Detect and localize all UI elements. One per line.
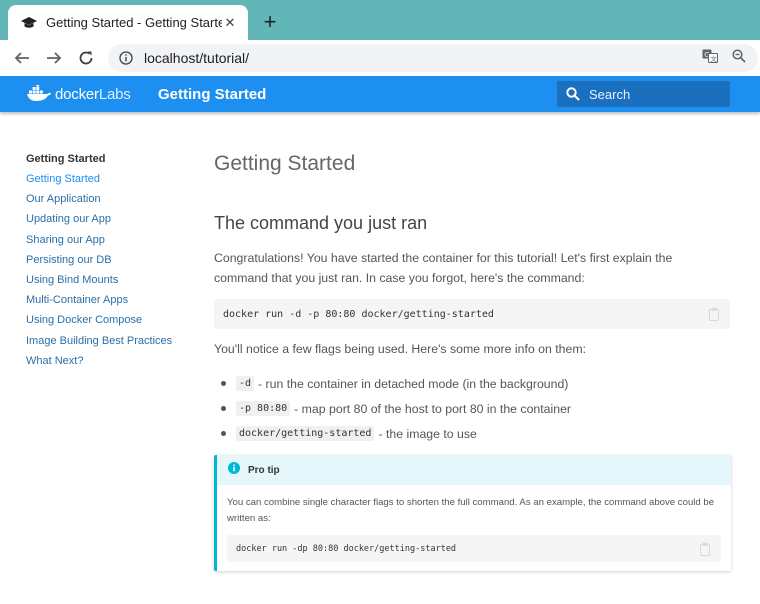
forward-button[interactable] xyxy=(40,44,68,72)
flags-list: -d - run the container in detached mode … xyxy=(214,371,730,446)
url-text: localhost/tutorial/ xyxy=(144,50,250,66)
site-title[interactable]: Getting Started xyxy=(158,86,266,103)
info-icon[interactable] xyxy=(118,50,134,66)
reload-icon xyxy=(79,51,93,65)
translate-icon[interactable]: G文 xyxy=(702,49,718,68)
flag-description: - map port 80 of the host to port 80 in … xyxy=(294,401,572,416)
sidebar-item-using-bind-mounts[interactable]: Using Bind Mounts xyxy=(26,273,196,293)
bullet-dot xyxy=(221,381,226,386)
copy-icon[interactable] xyxy=(699,542,711,556)
copy-icon[interactable] xyxy=(708,307,720,321)
sidebar-item-sharing-our-app[interactable]: Sharing our App xyxy=(26,233,196,253)
sidebar-item-updating-our-app[interactable]: Updating our App xyxy=(26,212,196,232)
flags-paragraph: You'll notice a few flags being used. He… xyxy=(214,342,586,356)
flag-code: docker/getting-started xyxy=(236,426,375,441)
command-code: docker run -d -p 80:80 docker/getting-st… xyxy=(223,308,494,320)
logo-sub-text: Labs xyxy=(98,85,131,103)
admonition-title: Pro tip xyxy=(248,464,280,476)
docker-labs-logo[interactable]: dockerLabs xyxy=(26,84,131,104)
site-header: dockerLabs Getting Started xyxy=(0,76,760,112)
svg-text:文: 文 xyxy=(710,54,717,63)
tip-command-code: docker run -dp 80:80 docker/getting-star… xyxy=(236,543,457,554)
browser-toolbar: localhost/tutorial/ G文 xyxy=(0,40,760,76)
address-bar[interactable]: localhost/tutorial/ G文 xyxy=(108,44,758,72)
search-box[interactable] xyxy=(557,81,730,107)
admonition-body: You can combine single character flags t… xyxy=(227,497,715,524)
list-item: -d - run the container in detached mode … xyxy=(214,371,730,396)
sidebar-item-image-building-best-practices[interactable]: Image Building Best Practices xyxy=(26,334,196,354)
sidebar-nav: Getting Started Getting Started Our Appl… xyxy=(26,152,196,374)
docker-whale-icon xyxy=(27,85,51,101)
info-circle-icon xyxy=(228,461,240,479)
flag-description: - the image to use xyxy=(378,426,477,441)
browser-tab[interactable]: Getting Started - Getting Started ✕ xyxy=(8,5,248,40)
flag-code: -p 80:80 xyxy=(236,401,291,416)
intro-paragraph: Congratulations! You have started the co… xyxy=(214,251,673,285)
close-tab-icon[interactable]: ✕ xyxy=(222,15,238,31)
tip-code-block: docker run -dp 80:80 docker/getting-star… xyxy=(227,535,721,562)
browser-tab-strip: Getting Started - Getting Started ✕ + xyxy=(0,0,760,40)
graduation-cap-icon xyxy=(20,14,38,32)
sidebar-heading: Getting Started xyxy=(26,153,106,165)
sidebar-item-what-next[interactable]: What Next? xyxy=(26,354,196,374)
logo-main-text: docker xyxy=(55,85,99,103)
section-heading: The command you just ran xyxy=(214,213,428,233)
back-button[interactable] xyxy=(8,44,36,72)
list-item: -p 80:80 - map port 80 of the host to po… xyxy=(214,396,730,421)
sidebar-item-multi-container-apps[interactable]: Multi-Container Apps xyxy=(26,293,196,313)
new-tab-button[interactable]: + xyxy=(258,10,282,34)
flag-code: -d xyxy=(236,376,255,391)
sidebar-item-our-application[interactable]: Our Application xyxy=(26,192,196,212)
sidebar-item-persisting-our-db[interactable]: Persisting our DB xyxy=(26,253,196,273)
forward-arrow-icon xyxy=(47,52,62,64)
sidebar-item-using-docker-compose[interactable]: Using Docker Compose xyxy=(26,313,196,333)
pro-tip-admonition: Pro tip You can combine single character… xyxy=(214,455,731,571)
flag-description: - run the container in detached mode (in… xyxy=(258,376,569,391)
search-input[interactable] xyxy=(589,86,719,102)
back-arrow-icon xyxy=(14,52,29,64)
zoom-icon[interactable] xyxy=(732,48,746,68)
bullet-dot xyxy=(221,431,226,436)
bullet-dot xyxy=(221,406,226,411)
command-code-block: docker run -d -p 80:80 docker/getting-st… xyxy=(214,299,730,329)
search-icon xyxy=(566,87,580,101)
tab-title: Getting Started - Getting Started xyxy=(46,15,222,30)
sidebar-item-getting-started[interactable]: Getting Started xyxy=(26,172,196,192)
admonition-title-bar: Pro tip xyxy=(217,455,731,485)
list-item: docker/getting-started - the image to us… xyxy=(214,421,730,446)
reload-button[interactable] xyxy=(72,44,100,72)
page-title: Getting Started xyxy=(214,152,356,175)
